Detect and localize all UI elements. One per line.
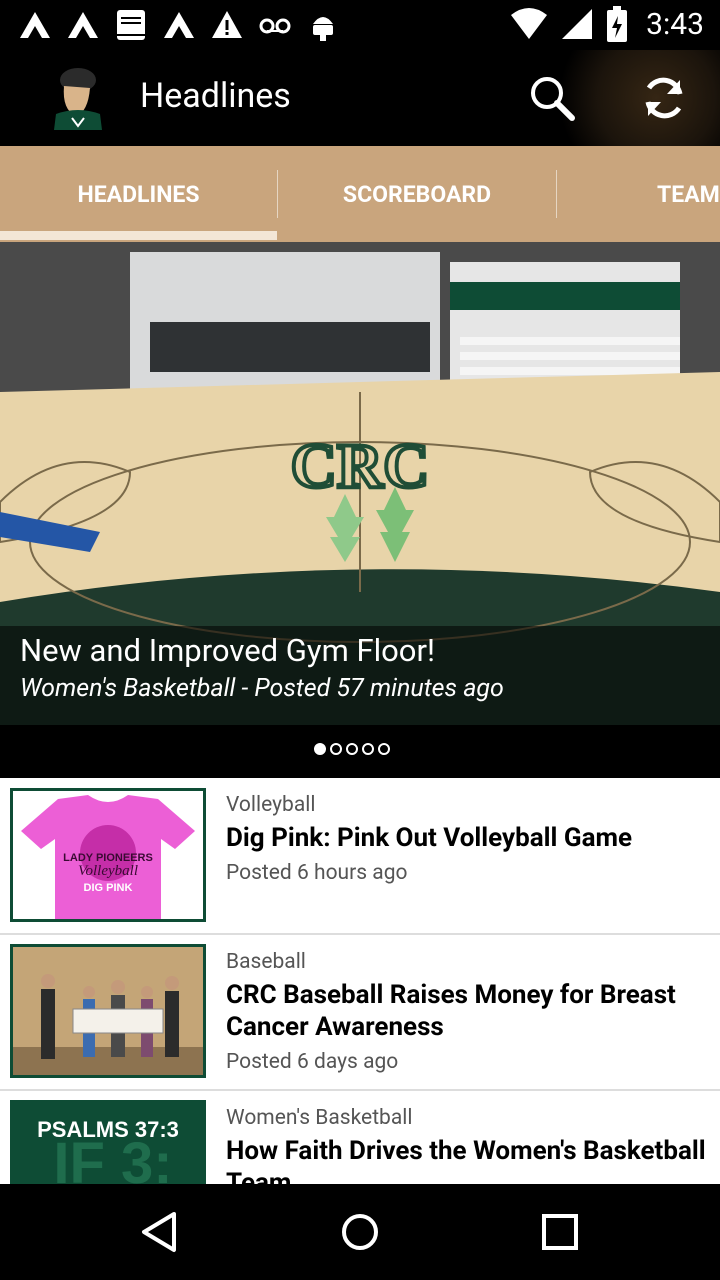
wifi-icon — [511, 8, 548, 39]
tab-label: TEAMS — [657, 180, 720, 208]
tab-selected-indicator — [0, 231, 277, 240]
pioneer-logo-icon[interactable] — [52, 66, 104, 130]
tab-label: HEADLINES — [77, 180, 200, 208]
article-posted: Posted 6 hours ago — [226, 861, 408, 885]
article-headline: CRC Baseball Raises Money for Breast Can… — [226, 980, 676, 1042]
article-category: Baseball — [226, 950, 306, 974]
pager-dot[interactable] — [314, 743, 326, 755]
battery-icon — [607, 6, 628, 42]
article-thumbnail: IF 3: PSALMS 37:3 — [10, 1100, 206, 1184]
pager-dot[interactable] — [362, 743, 374, 755]
thumb-caption: PSALMS 37:3 — [37, 1117, 179, 1142]
article-category: Volleyball — [226, 793, 316, 817]
pager-dot[interactable] — [346, 743, 358, 755]
signal-icon — [562, 9, 593, 39]
clock: 3:43 — [646, 6, 704, 42]
search-icon[interactable] — [528, 74, 576, 122]
pager-dot[interactable] — [378, 743, 390, 755]
article-list: LADY PIONEERS Volleyball DIG PINK Volley… — [0, 778, 720, 1184]
app-a-icon — [18, 8, 52, 42]
home-icon[interactable] — [336, 1208, 384, 1256]
tab-headlines[interactable]: HEADLINES — [0, 146, 277, 242]
article-thumbnail: LADY PIONEERS Volleyball DIG PINK — [10, 788, 206, 922]
voicemail-icon — [258, 8, 292, 42]
app-a-icon — [66, 8, 100, 42]
pager-dot[interactable] — [330, 743, 342, 755]
article-headline: Dig Pink: Pink Out Volleyball Game — [226, 823, 633, 853]
system-icons: 3:43 — [510, 6, 704, 42]
svg-text:Volleyball: Volleyball — [78, 863, 138, 879]
article-posted: Posted 6 days ago — [226, 1050, 399, 1074]
tab-scoreboard[interactable]: SCOREBOARD — [278, 146, 556, 242]
tab-label: SCOREBOARD — [342, 180, 492, 208]
tab-bar: HEADLINES SCOREBOARD TEAMS — [0, 146, 720, 242]
back-icon[interactable] — [136, 1208, 184, 1256]
hero-subtitle: Women's Basketball - Posted 57 minutes a… — [20, 674, 504, 703]
app-a-icon — [162, 8, 196, 42]
article-thumbnail — [10, 944, 206, 1078]
hero-slide[interactable]: CRC New and Improved Gym Floor! Women's … — [0, 242, 720, 725]
list-item[interactable]: LADY PIONEERS Volleyball DIG PINK Volley… — [0, 778, 720, 933]
floor-text: CRC — [291, 430, 430, 501]
bible-icon — [114, 8, 148, 42]
pager-indicator — [0, 725, 720, 778]
article-headline: How Faith Drives the Women's Basketball … — [226, 1136, 706, 1184]
list-item[interactable]: IF 3: PSALMS 37:3 Women's Basketball How… — [0, 1091, 720, 1184]
recents-icon[interactable] — [536, 1208, 584, 1256]
hero-caption: New and Improved Gym Floor! Women's Bask… — [0, 626, 720, 725]
system-nav-bar — [0, 1184, 720, 1280]
refresh-icon[interactable] — [640, 74, 688, 122]
tab-teams[interactable]: TEAMS — [557, 146, 720, 242]
android-icon — [306, 8, 340, 42]
svg-text:DIG PINK: DIG PINK — [84, 882, 133, 894]
warning-icon — [210, 8, 244, 42]
page-title: Headlines — [140, 76, 291, 116]
app-bar: Headlines — [0, 50, 720, 146]
article-category: Women's Basketball — [226, 1106, 413, 1130]
notification-icons — [18, 8, 340, 42]
status-bar: 3:43 — [0, 0, 720, 50]
hero-title: New and Improved Gym Floor! — [20, 632, 435, 669]
list-item[interactable]: Baseball CRC Baseball Raises Money for B… — [0, 935, 720, 1089]
